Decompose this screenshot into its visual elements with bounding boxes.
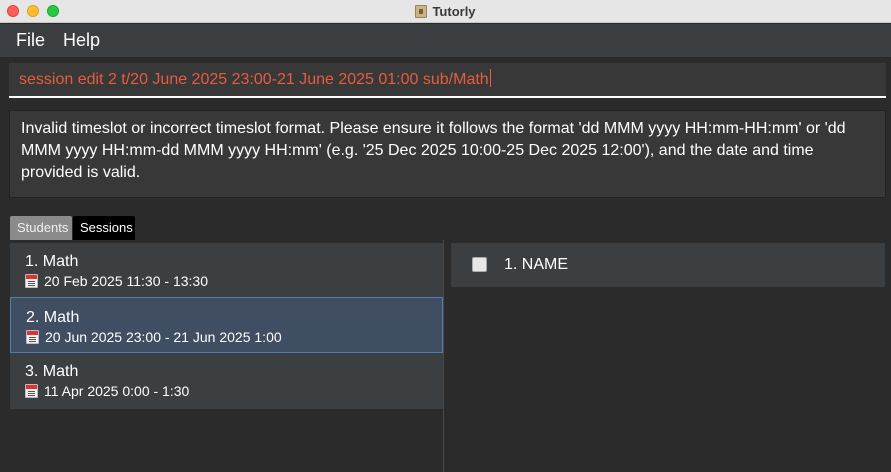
window-title: Tutorly xyxy=(432,4,476,19)
attendance-item[interactable]: 1. NAME xyxy=(451,243,885,287)
session-time: 20 Jun 2025 23:00 - 21 Jun 2025 1:00 xyxy=(45,329,282,345)
result-display: Invalid timeslot or incorrect timeslot f… xyxy=(9,110,886,198)
command-input-text: session edit 2 t/20 June 2025 23:00-21 J… xyxy=(19,69,491,89)
calendar-icon xyxy=(25,274,38,288)
menu-bar: File Help xyxy=(0,24,891,58)
session-list-item[interactable]: 1. Math 20 Feb 2025 11:30 - 13:30 xyxy=(10,243,443,299)
window-titlebar: Tutorly xyxy=(0,0,891,23)
attendance-checkbox[interactable] xyxy=(472,257,487,272)
app-icon xyxy=(415,5,428,18)
session-list-item-selected[interactable]: 2. Math 20 Jun 2025 23:00 - 21 Jun 2025 … xyxy=(10,297,443,353)
tab-sessions[interactable]: Sessions xyxy=(73,216,135,240)
session-time-row: 11 Apr 2025 0:00 - 1:30 xyxy=(25,383,189,399)
window-title-area: Tutorly xyxy=(0,0,891,23)
text-caret xyxy=(489,69,491,87)
session-time: 11 Apr 2025 0:00 - 1:30 xyxy=(44,383,190,399)
session-list-item[interactable]: 3. Math 11 Apr 2025 0:00 - 1:30 xyxy=(10,353,443,409)
menu-file[interactable]: File xyxy=(16,30,45,51)
session-time-row: 20 Feb 2025 11:30 - 13:30 xyxy=(25,273,208,289)
session-title: 1. Math xyxy=(25,253,79,270)
attendance-student-name: 1. NAME xyxy=(504,256,569,273)
session-time-row: 20 Jun 2025 23:00 - 21 Jun 2025 1:00 xyxy=(26,329,282,345)
session-title: 2. Math xyxy=(26,309,80,326)
command-input[interactable]: session edit 2 t/20 June 2025 23:00-21 J… xyxy=(9,63,886,98)
tab-students[interactable]: Students xyxy=(10,216,72,240)
result-message: Invalid timeslot or incorrect timeslot f… xyxy=(21,120,846,181)
command-value: session edit 2 t/20 June 2025 23:00-21 J… xyxy=(19,71,489,88)
session-time: 20 Feb 2025 11:30 - 13:30 xyxy=(44,273,208,289)
calendar-icon xyxy=(25,384,38,398)
session-title: 3. Math xyxy=(25,363,79,380)
calendar-icon xyxy=(26,330,39,344)
menu-help[interactable]: Help xyxy=(63,30,100,51)
